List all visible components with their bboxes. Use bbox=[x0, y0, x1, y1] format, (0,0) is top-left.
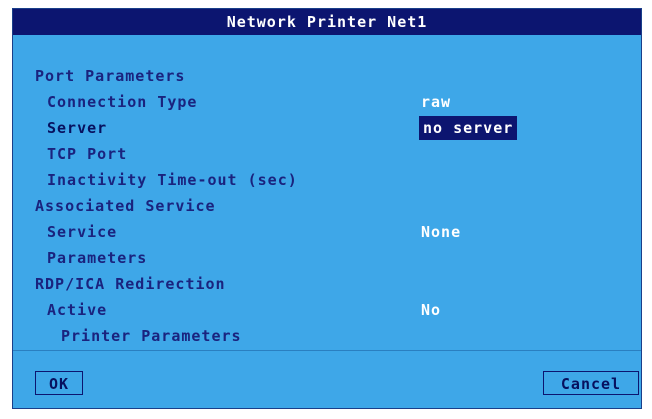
inactivity-timeout-row[interactable]: Inactivity Time-out (sec) bbox=[13, 167, 641, 193]
printer-parameters-label: Printer Parameters bbox=[61, 327, 242, 345]
port-parameters-heading: Port Parameters bbox=[35, 67, 186, 85]
port-parameters-heading-row: Port Parameters bbox=[13, 63, 641, 89]
network-printer-dialog: Network Printer Net1 Port Parameters Con… bbox=[12, 8, 642, 409]
tcp-port-label: TCP Port bbox=[47, 145, 128, 163]
service-value[interactable]: None bbox=[421, 219, 461, 245]
server-value-field[interactable]: no server bbox=[419, 116, 518, 140]
active-value[interactable]: No bbox=[421, 297, 441, 323]
associated-service-heading-row: Associated Service bbox=[13, 193, 641, 219]
inactivity-timeout-label: Inactivity Time-out (sec) bbox=[47, 171, 298, 189]
dialog-body: Port Parameters Connection Type raw Serv… bbox=[13, 35, 641, 353]
printer-parameters-row[interactable]: Printer Parameters bbox=[13, 323, 641, 349]
ok-button[interactable]: OK bbox=[35, 371, 83, 395]
associated-service-heading: Associated Service bbox=[35, 197, 216, 215]
connection-type-value[interactable]: raw bbox=[421, 89, 451, 115]
button-bar-divider bbox=[13, 350, 641, 363]
rdp-ica-heading-row: RDP/ICA Redirection bbox=[13, 271, 641, 297]
server-row[interactable]: Server no server bbox=[13, 115, 641, 141]
rdp-ica-redirection-heading: RDP/ICA Redirection bbox=[35, 275, 226, 293]
active-label: Active bbox=[47, 301, 108, 319]
server-label: Server bbox=[47, 119, 108, 137]
connection-type-label: Connection Type bbox=[47, 93, 198, 111]
dialog-title: Network Printer Net1 bbox=[13, 9, 641, 35]
active-row[interactable]: Active No bbox=[13, 297, 641, 323]
service-row[interactable]: Service None bbox=[13, 219, 641, 245]
connection-type-row[interactable]: Connection Type raw bbox=[13, 89, 641, 115]
service-parameters-row[interactable]: Parameters bbox=[13, 245, 641, 271]
service-label: Service bbox=[47, 223, 118, 241]
tcp-port-row[interactable]: TCP Port bbox=[13, 141, 641, 167]
service-parameters-label: Parameters bbox=[47, 249, 148, 267]
cancel-button[interactable]: Cancel bbox=[543, 371, 639, 395]
